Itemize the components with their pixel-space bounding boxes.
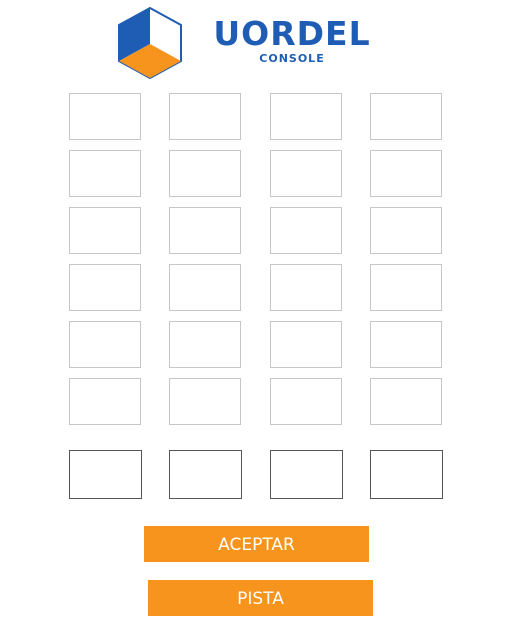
guess-board [69, 93, 443, 435]
letter-input[interactable] [270, 450, 343, 499]
guess-cell [370, 93, 442, 140]
cube-logo-icon [118, 6, 182, 80]
guess-cell [370, 207, 442, 254]
guess-cell [169, 321, 241, 368]
logo-subtitle: CONSOLE [259, 52, 325, 65]
letter-input[interactable] [169, 450, 242, 499]
guess-cell [169, 378, 241, 425]
guess-cell [270, 93, 342, 140]
logo: UORDEL CONSOLE [117, 6, 377, 80]
logo-wordmark: UORDEL [213, 14, 371, 53]
guess-cell [270, 207, 342, 254]
letter-input[interactable] [370, 450, 443, 499]
accept-button[interactable]: ACEPTAR [144, 526, 369, 562]
guess-cell [370, 378, 442, 425]
guess-cell [69, 378, 141, 425]
guess-cell [270, 150, 342, 197]
guess-row [69, 378, 443, 427]
guess-row [69, 150, 443, 199]
letter-input-row [69, 450, 443, 499]
guess-cell [169, 150, 241, 197]
guess-cell [270, 264, 342, 311]
guess-row [69, 207, 443, 256]
guess-cell [69, 207, 141, 254]
hint-button[interactable]: PISTA [148, 580, 373, 616]
guess-cell [69, 321, 141, 368]
guess-cell [370, 321, 442, 368]
guess-cell [169, 207, 241, 254]
guess-row [69, 321, 443, 370]
guess-cell [370, 150, 442, 197]
guess-cell [169, 93, 241, 140]
guess-cell [69, 93, 141, 140]
guess-cell [370, 264, 442, 311]
guess-cell [169, 264, 241, 311]
guess-row [69, 93, 443, 142]
guess-cell [270, 321, 342, 368]
guess-row [69, 264, 443, 313]
guess-cell [69, 264, 141, 311]
letter-input[interactable] [69, 450, 142, 499]
guess-cell [270, 378, 342, 425]
guess-cell [69, 150, 141, 197]
